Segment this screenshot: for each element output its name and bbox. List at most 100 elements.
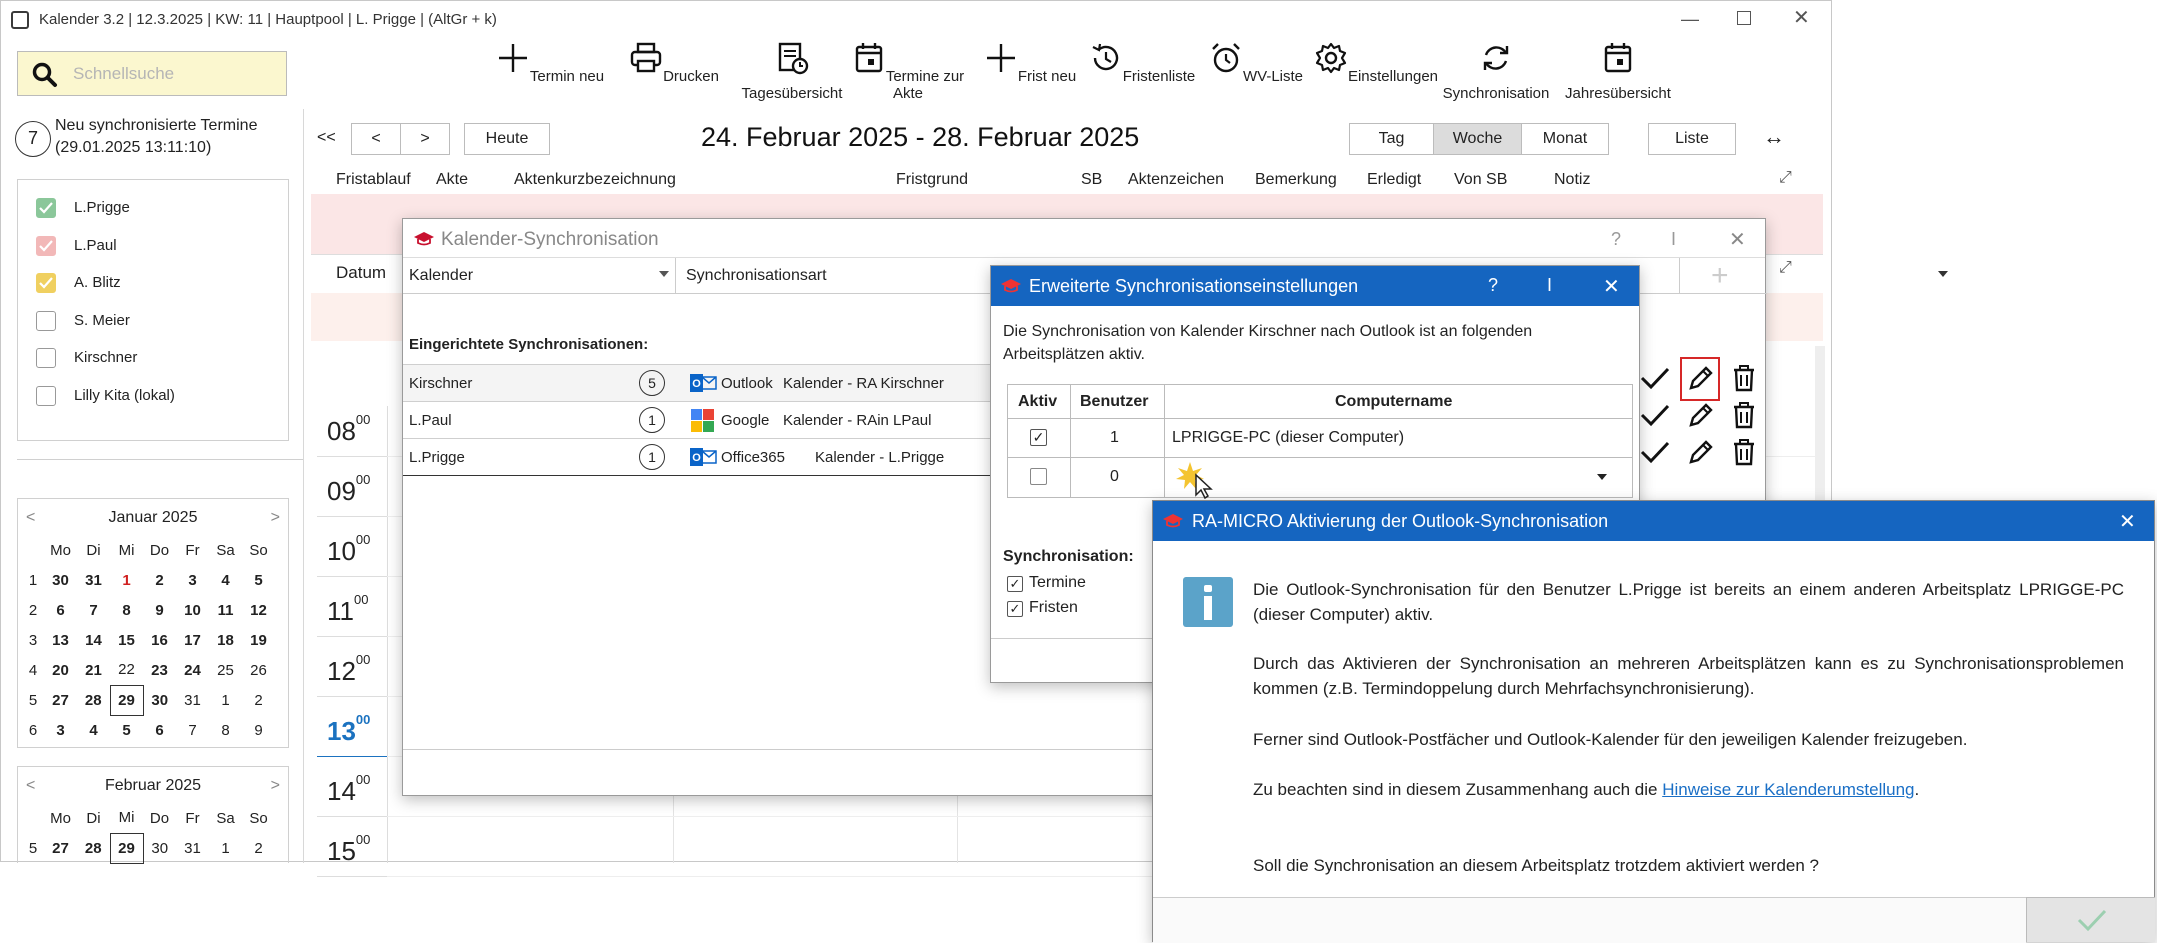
window-close-icon[interactable]: ✕ [1793, 5, 1810, 30]
calendar-checkbox[interactable] [36, 273, 56, 293]
calendar-day[interactable]: 16 [143, 625, 176, 655]
calendar-checkbox[interactable] [36, 235, 56, 256]
edit-icon[interactable] [1687, 438, 1715, 471]
confirm-row-icon[interactable] [1640, 440, 1670, 469]
calendar-select[interactable]: Kalender [403, 258, 676, 294]
calendar-day[interactable]: 2 [242, 833, 275, 863]
toolbar-button-7[interactable]: Einstellungen [1311, 41, 1441, 85]
column-header[interactable]: SB [1081, 171, 1102, 189]
dialog-close-icon[interactable]: ✕ [1603, 274, 1620, 299]
calendar-day[interactable]: 25 [209, 655, 242, 685]
column-header[interactable]: Aktenzeichen [1128, 171, 1224, 189]
week-number[interactable]: 4 [22, 655, 44, 685]
calendar-day[interactable]: 4 [209, 565, 242, 595]
help-icon[interactable]: ? [1611, 229, 1621, 250]
swap-arrows-icon[interactable]: ↔ [1763, 124, 1785, 150]
calendar-day[interactable]: 11 [209, 595, 242, 625]
calendar-day[interactable]: 27 [44, 685, 77, 715]
calendar-checkbox[interactable] [36, 198, 56, 218]
confirm-button[interactable] [2026, 897, 2155, 942]
column-header[interactable]: Notiz [1554, 171, 1590, 189]
maximize-icon[interactable] [1737, 11, 1751, 25]
active-checkbox[interactable]: ✓ [1030, 429, 1047, 446]
quick-search-input[interactable]: Schnellsuche [17, 51, 287, 96]
calendar-day[interactable]: 3 [176, 565, 209, 595]
minimize-icon[interactable]: — [1681, 9, 1699, 30]
dialog-close-icon[interactable]: ✕ [2119, 509, 2136, 534]
calendar-day[interactable]: 8 [110, 595, 143, 625]
calendar-day[interactable]: 7 [77, 595, 110, 625]
calendar-day[interactable]: 24 [176, 655, 209, 685]
toolbar-button-3[interactable]: Termine zur Akte [843, 41, 973, 102]
expand-icon[interactable]: ⤢ [1779, 259, 1792, 277]
calendar-day[interactable]: 12 [242, 595, 275, 625]
trash-icon[interactable] [1731, 438, 1757, 471]
calendar-day[interactable]: 31 [77, 565, 110, 595]
trash-icon[interactable] [1731, 364, 1757, 397]
calendar-day[interactable]: 5 [110, 715, 143, 745]
calendar-day[interactable]: 14 [77, 625, 110, 655]
calendar-day[interactable]: 8 [209, 715, 242, 745]
calendar-day[interactable]: 21 [77, 655, 110, 685]
calendar-day[interactable]: 28 [77, 685, 110, 715]
calendar-day[interactable]: 17 [176, 625, 209, 655]
calendar-day[interactable]: 28 [77, 833, 110, 863]
calendar-label[interactable]: Lilly Kita (lokal) [74, 387, 175, 404]
active-checkbox[interactable] [1030, 468, 1047, 485]
toolbar-button-1[interactable]: Drucken [609, 41, 739, 85]
view-tab-2[interactable]: Monat [1521, 123, 1609, 155]
calendar-day[interactable]: 31 [176, 833, 209, 863]
confirm-row-icon[interactable] [1640, 403, 1670, 432]
column-header[interactable]: Fristablauf [336, 171, 411, 189]
calendar-day[interactable]: 2 [242, 685, 275, 715]
list-view-button[interactable]: Liste [1648, 123, 1736, 155]
week-number[interactable]: 6 [22, 715, 44, 745]
column-header[interactable]: Erledigt [1367, 171, 1421, 189]
calendar-day[interactable]: 27 [44, 833, 77, 863]
calendar-day[interactable]: 29 [109, 832, 144, 864]
calendar-day[interactable]: 3 [44, 715, 77, 745]
add-sync-button[interactable]: + [1711, 259, 1729, 293]
calendar-day[interactable]: 1 [209, 685, 242, 715]
calendar-label[interactable]: S. Meier [74, 312, 130, 329]
calendar-day[interactable]: 26 [242, 655, 275, 685]
toolbar-button-5[interactable]: Fristenliste [1077, 41, 1207, 85]
calendar-day[interactable]: 20 [44, 655, 77, 685]
week-number[interactable]: 1 [22, 565, 44, 595]
prev-week-button[interactable]: < [351, 123, 401, 155]
week-number[interactable]: 2 [22, 595, 44, 625]
calendar-day[interactable]: 1 [110, 565, 143, 595]
sync-row[interactable]: L.Paul 1 Google Kalender - RAin LPaul [403, 401, 993, 438]
calendar-day[interactable]: 29 [109, 684, 144, 716]
calendar-day[interactable]: 30 [44, 565, 77, 595]
sync-row[interactable]: L.Prigge 1 O Office365 Kalender - L.Prigge [403, 438, 993, 475]
first-week-button[interactable]: << [317, 129, 336, 147]
deadlines-checkbox[interactable]: ✓ [1007, 601, 1023, 617]
calendar-day[interactable]: 10 [176, 595, 209, 625]
edit-icon[interactable] [1687, 401, 1715, 434]
calendar-day[interactable]: 13 [44, 625, 77, 655]
trash-icon[interactable] [1731, 401, 1757, 434]
calendar-day[interactable]: 2 [143, 565, 176, 595]
calendar-checkbox[interactable] [36, 310, 56, 331]
toolbar-button-9[interactable]: Jahresübersicht [1553, 41, 1683, 102]
computer-name-select[interactable] [1172, 461, 1628, 493]
next-month-button[interactable]: > [271, 777, 280, 795]
calendar-day[interactable]: 6 [143, 715, 176, 745]
calendar-migration-link[interactable]: Hinweise zur Kalenderumstellung [1662, 780, 1914, 799]
calendar-day[interactable]: 18 [209, 625, 242, 655]
appointments-checkbox[interactable]: ✓ [1007, 576, 1023, 592]
next-month-button[interactable]: > [271, 509, 280, 527]
toolbar-button-8[interactable]: Synchronisation [1431, 41, 1561, 102]
calendar-day[interactable]: 1 [209, 833, 242, 863]
today-button[interactable]: Heute [464, 123, 550, 155]
pin-icon[interactable]: I [1547, 275, 1552, 296]
calendar-day[interactable]: 23 [143, 655, 176, 685]
calendar-day[interactable]: 31 [176, 685, 209, 715]
calendar-day[interactable]: 7 [176, 715, 209, 745]
confirm-row-icon[interactable] [1640, 366, 1670, 395]
calendar-day[interactable]: 9 [143, 595, 176, 625]
dialog-close-icon[interactable]: ✕ [1729, 227, 1746, 252]
toolbar-button-0[interactable]: Termin neu [485, 41, 615, 85]
calendar-day[interactable]: 9 [242, 715, 275, 745]
